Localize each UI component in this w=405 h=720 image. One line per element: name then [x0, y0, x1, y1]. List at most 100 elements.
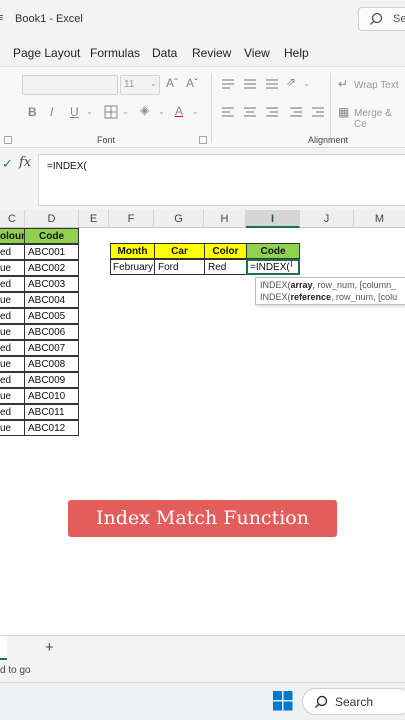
code-cell[interactable]: ABC008	[24, 356, 79, 372]
column-header-f[interactable]: F	[109, 210, 154, 228]
code-cell[interactable]: ABC006	[24, 324, 79, 340]
column-header-m[interactable]: M	[354, 210, 405, 228]
group-separator	[330, 73, 331, 143]
column-header-g[interactable]: G	[154, 210, 204, 228]
colour-cell[interactable]: ed	[0, 308, 25, 324]
code-lookup-header-cell[interactable]: Code	[246, 243, 300, 259]
status-bar: d to go	[0, 660, 405, 682]
alignment-group-label: Alignment	[308, 135, 349, 145]
colour-cell[interactable]: ed	[0, 340, 25, 356]
tooltip-line-reference[interactable]: INDEX(reference, row_num, [colu	[260, 292, 397, 302]
column-header-h[interactable]: H	[204, 210, 246, 228]
merge-button[interactable]: Merge & Ce	[354, 108, 405, 130]
insert-function-button[interactable]: fx	[19, 155, 31, 170]
tooltip-fn: INDEX(	[260, 280, 291, 290]
menu-bar: Page Layout Formulas Data Review View He…	[0, 38, 405, 68]
colour-cell[interactable]: ue	[0, 420, 25, 436]
code-cell[interactable]: ABC005	[24, 308, 79, 324]
colour-cell[interactable]: ed	[0, 276, 25, 292]
code-cell[interactable]: ABC010	[24, 388, 79, 404]
spreadsheet-grid[interactable]: C D E F G H I J M olour Code ed ABC001 ue A…	[0, 210, 405, 635]
underline-button[interactable]: U	[70, 105, 79, 119]
increase-font-icon[interactable]: Aˆ	[166, 76, 178, 90]
column-header-j[interactable]: J	[300, 210, 354, 228]
bold-button[interactable]: B	[28, 105, 37, 119]
code-cell[interactable]: ABC001	[24, 244, 79, 260]
windows-start-icon[interactable]	[273, 691, 293, 711]
chevron-down-icon: ⌄	[192, 107, 199, 116]
menu-help[interactable]: Help	[284, 46, 309, 60]
color-value-cell[interactable]: Red	[204, 259, 247, 275]
text-cursor-icon: I	[290, 259, 293, 270]
colour-cell[interactable]: ue	[0, 388, 25, 404]
menu-data[interactable]: Data	[152, 46, 177, 60]
horizontal-align-icons[interactable]	[220, 105, 330, 119]
dialog-launcher-icon[interactable]	[4, 136, 12, 144]
chevron-down-icon: ⌄	[86, 107, 93, 116]
font-size-dropdown[interactable]: 11 ⌄	[120, 75, 160, 95]
sheet-tab-active[interactable]	[0, 636, 7, 660]
code-header-cell[interactable]: Code	[24, 228, 79, 244]
colour-cell[interactable]: ue	[0, 324, 25, 340]
menu-formulas[interactable]: Formulas	[90, 46, 140, 60]
colour-cell[interactable]: ed	[0, 372, 25, 388]
colour-cell[interactable]: ue	[0, 260, 25, 276]
tooltip-params: , row_num, [colu	[331, 292, 398, 302]
colour-cell[interactable]: ed	[0, 244, 25, 260]
column-header-c[interactable]: C	[0, 210, 25, 228]
enter-check-icon[interactable]: ✓	[2, 156, 13, 172]
colour-cell[interactable]: ue	[0, 292, 25, 308]
column-header-i[interactable]: I	[246, 210, 300, 228]
group-separator	[211, 73, 212, 143]
color-header-cell[interactable]: Color	[204, 243, 247, 259]
colour-header-cell[interactable]: olour	[0, 228, 25, 244]
menu-review[interactable]: Review	[192, 46, 231, 60]
column-header-d[interactable]: D	[25, 210, 79, 228]
formula-input[interactable]: =INDEX(	[38, 154, 405, 206]
sheet-tab-bar: +	[0, 635, 405, 660]
month-value-cell[interactable]: February	[110, 259, 155, 275]
code-cell[interactable]: ABC003	[24, 276, 79, 292]
taskbar-search[interactable]: Search	[302, 688, 405, 715]
code-cell[interactable]: ABC011	[24, 404, 79, 420]
title-banner: Index Match Function	[68, 500, 337, 537]
code-cell[interactable]: ABC004	[24, 292, 79, 308]
vertical-align-icons[interactable]	[220, 77, 310, 91]
car-value-cell[interactable]: Ford	[154, 259, 205, 275]
search-placeholder: Se	[393, 13, 405, 25]
tooltip-line-array[interactable]: INDEX(array, row_num, [column_	[260, 280, 396, 290]
add-sheet-button[interactable]: +	[45, 639, 54, 656]
orientation-icon[interactable]: ⇗	[286, 75, 296, 89]
wrap-text-icon[interactable]: ↵	[338, 77, 348, 91]
wrap-text-button[interactable]: Wrap Text	[354, 80, 399, 91]
search-icon	[315, 695, 328, 708]
code-cell[interactable]: ABC009	[24, 372, 79, 388]
colour-cell[interactable]: ue	[0, 356, 25, 372]
month-header-cell[interactable]: Month	[110, 243, 155, 259]
formula-bar: ✓ fx =INDEX(	[0, 150, 405, 208]
column-header-e[interactable]: E	[79, 210, 109, 228]
tooltip-param-bold: reference	[290, 292, 332, 302]
car-header-cell[interactable]: Car	[154, 243, 205, 259]
fill-color-icon[interactable]: ◈	[140, 103, 149, 117]
title-bar: ≡ Book1 - Excel Se	[0, 0, 405, 38]
merge-icon[interactable]: ▦	[338, 105, 349, 119]
italic-button[interactable]: I	[50, 105, 53, 119]
menu-fragment[interactable]: ≡	[0, 12, 3, 24]
menu-page-layout[interactable]: Page Layout	[13, 46, 80, 60]
code-cell[interactable]: ABC002	[24, 260, 79, 276]
decrease-font-icon[interactable]: Aˇ	[186, 76, 198, 90]
menu-view[interactable]: View	[244, 46, 270, 60]
search-box[interactable]: Se	[358, 7, 405, 31]
ribbon: 11 ⌄ Aˆ Aˇ B I U ⌄ ⌄ ◈ ⌄ A ⌄ Font ⇗ ⌄ ↵ …	[0, 66, 405, 148]
font-family-dropdown[interactable]	[22, 75, 118, 95]
colour-cell[interactable]: ed	[0, 404, 25, 420]
font-group-label: Font	[97, 135, 116, 145]
code-cell[interactable]: ABC007	[24, 340, 79, 356]
borders-icon[interactable]	[104, 105, 118, 119]
code-cell[interactable]: ABC012	[24, 420, 79, 436]
status-text: d to go	[0, 665, 31, 676]
search-icon	[370, 12, 383, 25]
dialog-launcher-icon[interactable]	[199, 136, 207, 144]
font-color-icon[interactable]: A	[175, 104, 183, 118]
